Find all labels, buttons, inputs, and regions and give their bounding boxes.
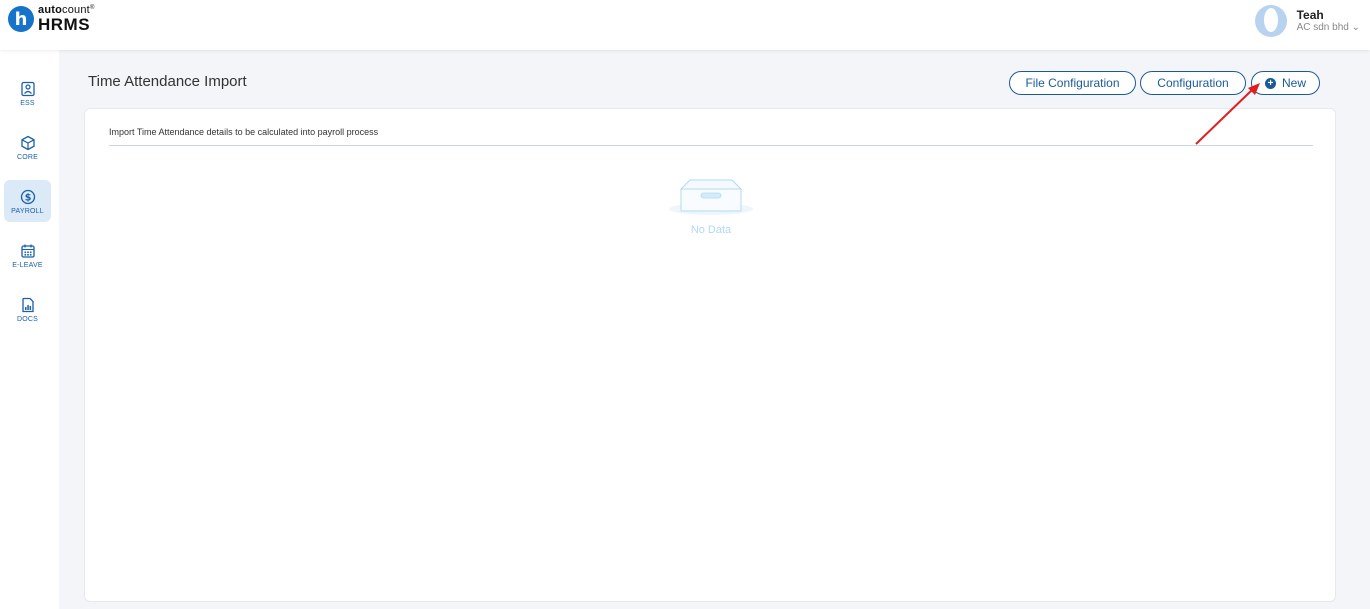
calendar-icon bbox=[19, 242, 37, 260]
sidebar: ESS CORE $ PAYROLL E-LEAVE DOCS bbox=[0, 50, 59, 609]
divider bbox=[109, 145, 1313, 146]
logo-text: autocount® HRMS bbox=[38, 5, 95, 34]
card-description: Import Time Attendance details to be cal… bbox=[109, 127, 379, 137]
avatar[interactable] bbox=[1254, 5, 1287, 37]
logo-registered-mark: ® bbox=[89, 5, 95, 11]
new-button-label: New bbox=[1281, 76, 1306, 90]
top-bar: h autocount® HRMS Teah AC sdn bhd ⌄ bbox=[0, 0, 1370, 50]
logo-product-name: HRMS bbox=[38, 15, 91, 34]
import-card: Import Time Attendance details to be cal… bbox=[84, 108, 1336, 602]
file-configuration-button[interactable]: File Configuration bbox=[1009, 71, 1136, 95]
app-logo[interactable]: h autocount® HRMS bbox=[8, 5, 95, 33]
sidebar-item-label: E-LEAVE bbox=[12, 261, 43, 269]
sidebar-item-payroll[interactable]: $ PAYROLL bbox=[4, 180, 51, 222]
sidebar-item-docs[interactable]: DOCS bbox=[4, 288, 51, 330]
empty-state: No Data bbox=[668, 177, 754, 236]
document-chart-icon bbox=[19, 296, 37, 314]
sidebar-item-core[interactable]: CORE bbox=[4, 126, 51, 168]
annotation-arrow-icon bbox=[1195, 83, 1260, 145]
user-name: Teah bbox=[1296, 8, 1324, 22]
ess-icon bbox=[19, 80, 37, 98]
dollar-circle-icon: $ bbox=[19, 188, 37, 206]
page-title: Time Attendance Import bbox=[88, 73, 247, 90]
svg-text:$: $ bbox=[24, 192, 31, 203]
sidebar-item-e-leave[interactable]: E-LEAVE bbox=[4, 234, 51, 276]
sidebar-item-label: PAYROLL bbox=[11, 207, 44, 215]
cube-icon bbox=[19, 134, 37, 152]
company-selector[interactable]: AC sdn bhd ⌄ bbox=[1297, 22, 1360, 34]
empty-box-icon bbox=[669, 179, 753, 215]
empty-text: No Data bbox=[690, 224, 732, 236]
user-info[interactable]: Teah AC sdn bhd ⌄ bbox=[1297, 8, 1360, 34]
sidebar-item-label: DOCS bbox=[16, 315, 39, 323]
sidebar-item-label: CORE bbox=[16, 153, 39, 161]
sidebar-item-ess[interactable]: ESS bbox=[4, 72, 51, 114]
logo-badge: h bbox=[8, 6, 34, 32]
sidebar-item-label: ESS bbox=[20, 99, 35, 107]
user-menu[interactable]: Teah AC sdn bhd ⌄ bbox=[1254, 5, 1360, 37]
